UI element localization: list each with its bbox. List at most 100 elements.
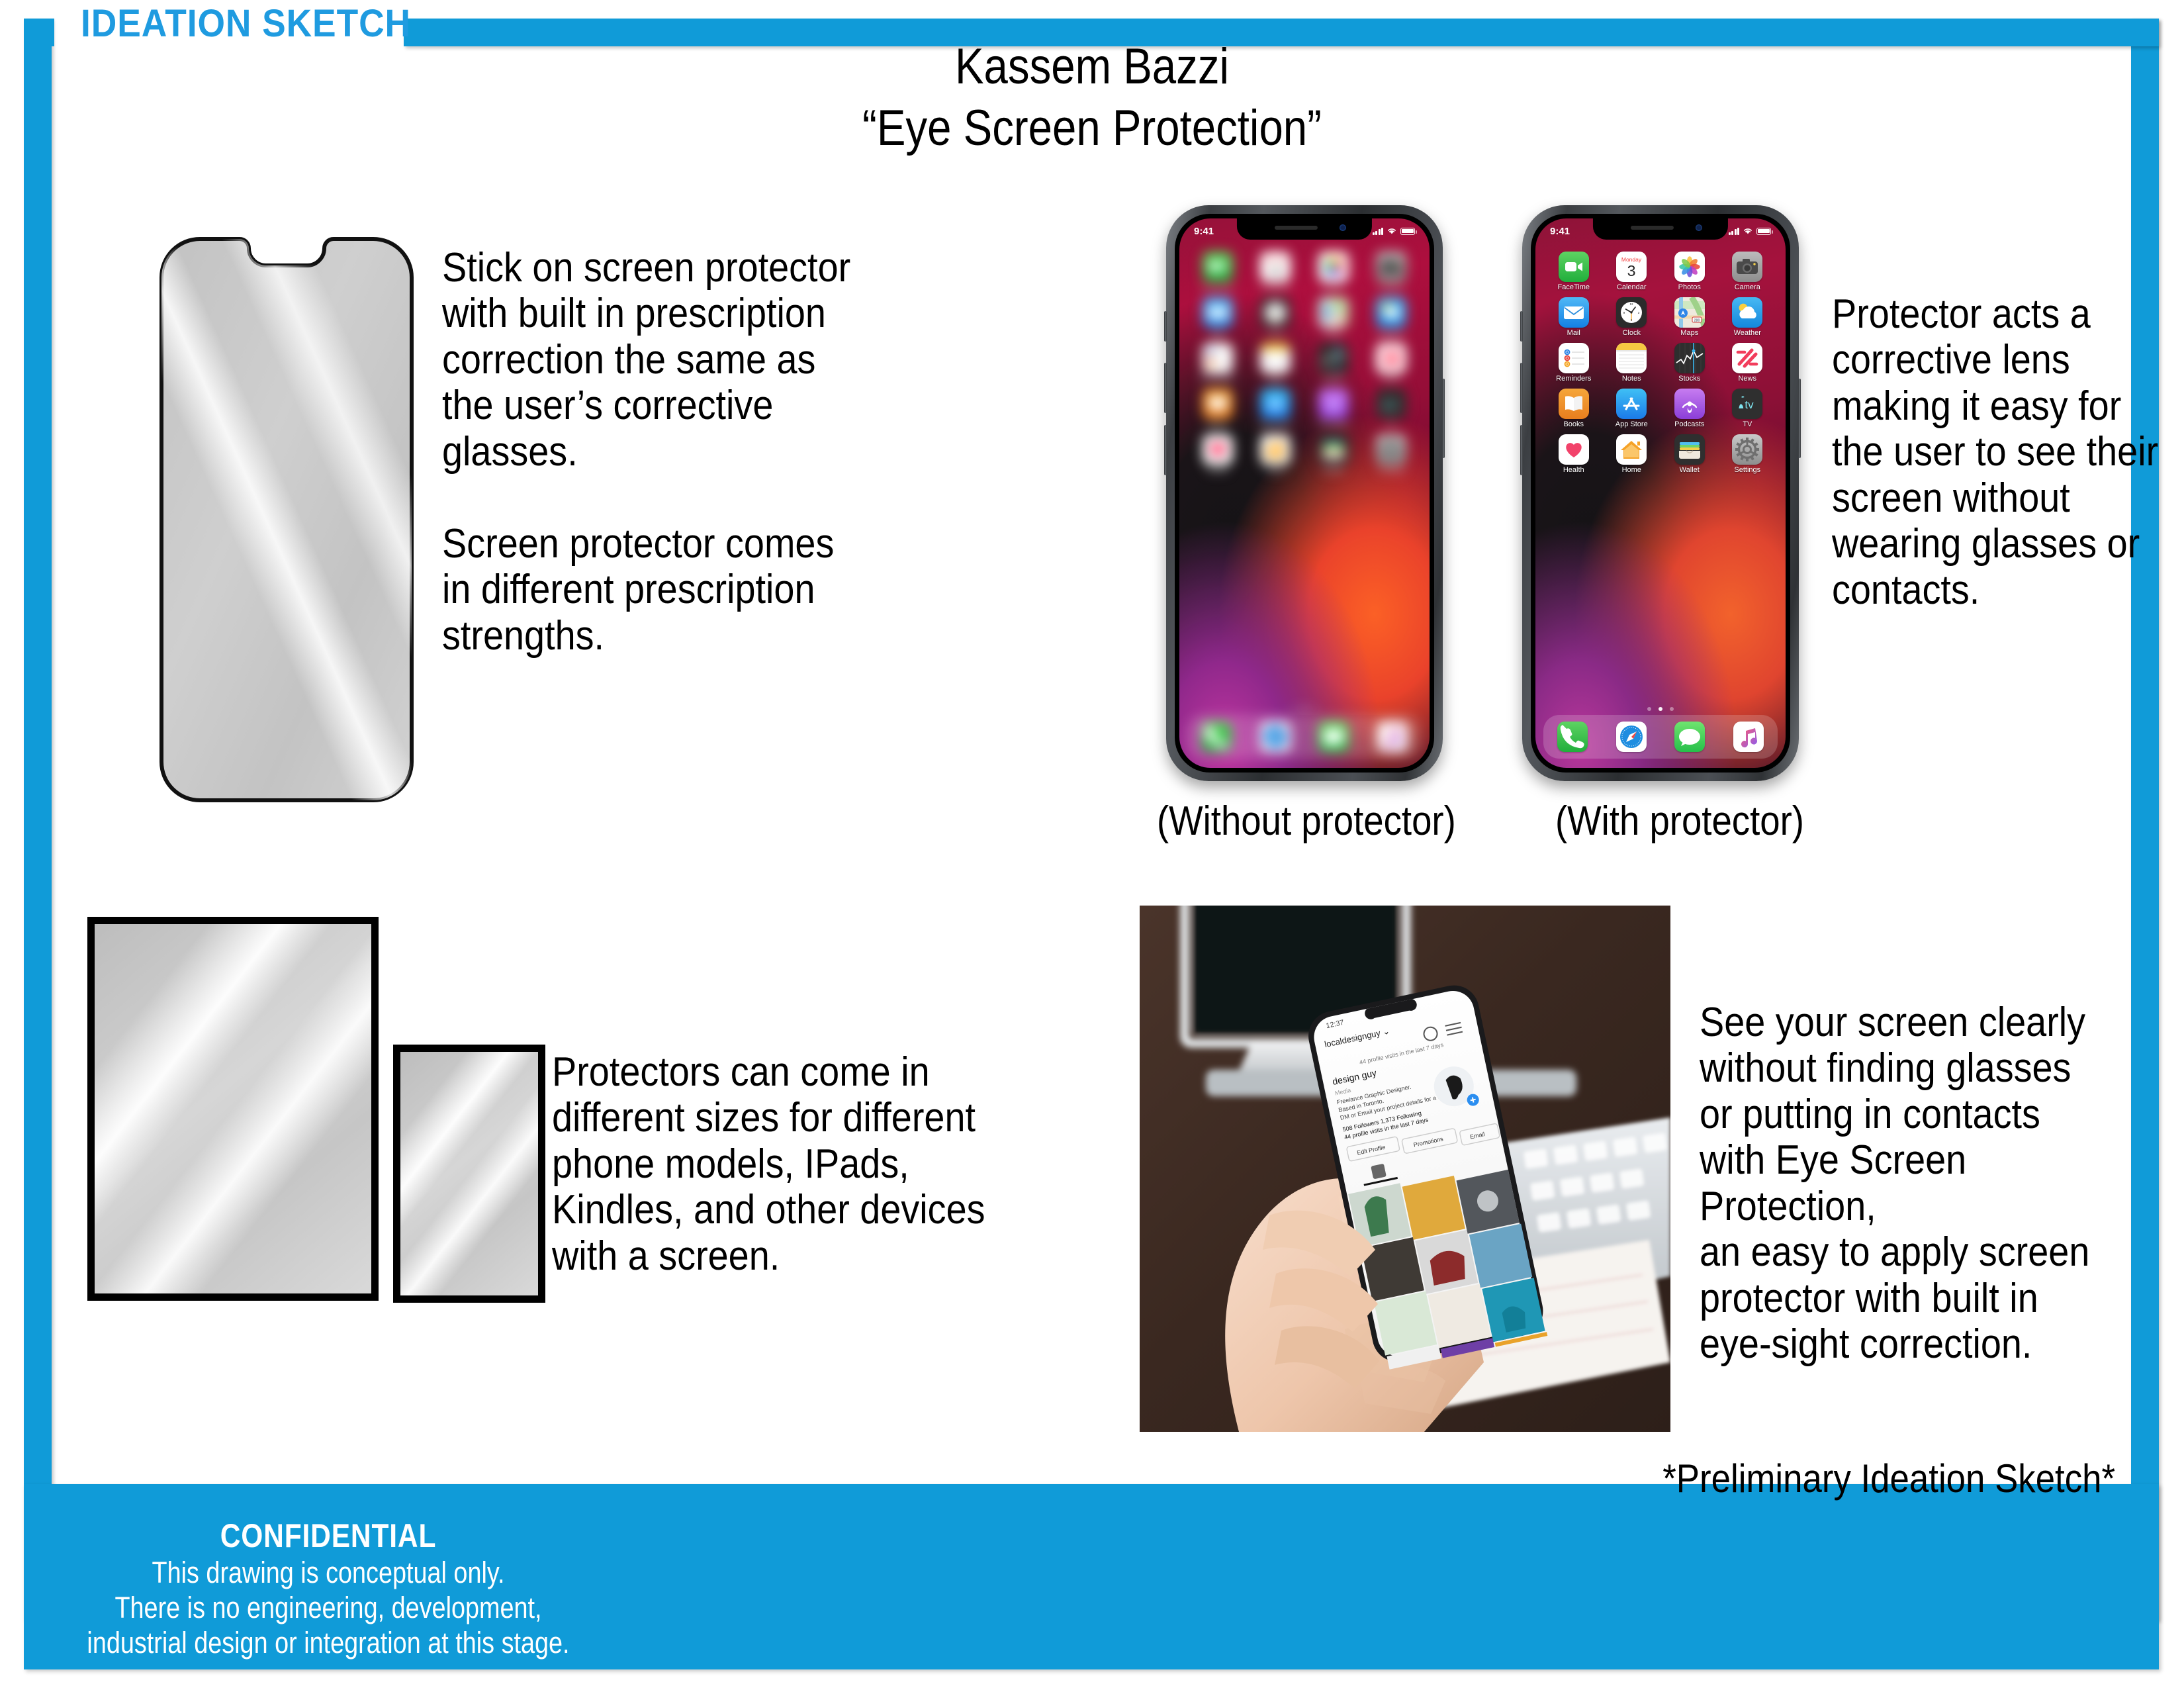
calendar-icon[interactable]: Monday 3 — [1616, 252, 1647, 282]
photos-icon[interactable] — [1318, 252, 1349, 282]
messages-icon[interactable] — [1318, 722, 1349, 752]
notes-icon[interactable] — [1260, 343, 1291, 373]
dock-icon-music[interactable] — [1733, 722, 1764, 752]
app-icon-reminders[interactable]: Reminders — [1189, 343, 1247, 383]
app-icon-app-store[interactable]: App Store — [1603, 389, 1661, 428]
reminders-icon[interactable] — [1558, 343, 1589, 373]
podcasts-icon[interactable] — [1318, 389, 1349, 419]
wallet-icon[interactable] — [1674, 434, 1705, 465]
facetime-icon[interactable] — [1558, 252, 1589, 282]
app-icon-maps[interactable]: 280 Maps — [1661, 297, 1719, 337]
settings-icon[interactable] — [1732, 434, 1763, 465]
app-label: Calendar — [1260, 283, 1291, 291]
app-icon-maps[interactable]: 280 Maps — [1304, 297, 1363, 337]
music-icon[interactable] — [1377, 722, 1408, 752]
app-icon-mail[interactable]: Mail — [1189, 297, 1247, 337]
messages-icon[interactable] — [1674, 722, 1706, 752]
mail-icon[interactable] — [1202, 297, 1233, 328]
app-icon-mail[interactable]: Mail — [1545, 297, 1603, 337]
app-icon-stocks[interactable]: Stocks — [1661, 343, 1719, 383]
app-icon-wallet[interactable]: Wallet — [1661, 434, 1719, 474]
weather-icon[interactable] — [1376, 297, 1407, 328]
facetime-icon[interactable] — [1202, 252, 1233, 282]
camera-icon[interactable] — [1376, 252, 1407, 282]
music-icon[interactable] — [1733, 722, 1764, 752]
app-icon-notes[interactable]: Notes — [1603, 343, 1661, 383]
dock-icon-phone[interactable] — [1557, 722, 1588, 752]
clock-icon[interactable]: 12 3 6 9 — [1260, 297, 1291, 328]
mail-icon[interactable] — [1558, 297, 1589, 328]
weather-icon[interactable] — [1732, 297, 1763, 328]
app-icon-wallet[interactable]: Wallet — [1304, 434, 1363, 474]
app-icon-facetime[interactable]: FaceTime — [1545, 252, 1603, 291]
app-icon-health[interactable]: Health — [1189, 434, 1247, 474]
app-icon-camera[interactable]: Camera — [1719, 252, 1777, 291]
camera-icon[interactable] — [1732, 252, 1763, 282]
app-icon-books[interactable]: Books — [1545, 389, 1603, 428]
app-icon-facetime[interactable]: FaceTime — [1189, 252, 1247, 291]
news-icon[interactable] — [1732, 343, 1763, 373]
dock-icon-safari[interactable] — [1259, 722, 1291, 752]
app-icon-news[interactable]: News — [1719, 343, 1777, 383]
app-store-icon[interactable] — [1616, 389, 1647, 419]
app-icon-calendar[interactable]: Monday 3 Calendar — [1247, 252, 1305, 291]
app-icon-weather[interactable]: Weather — [1719, 297, 1777, 337]
app-icon-photos[interactable]: Photos — [1661, 252, 1719, 291]
tv-icon[interactable]: tv — [1732, 389, 1763, 419]
calendar-icon[interactable]: Monday 3 — [1260, 252, 1291, 282]
phone-icon[interactable] — [1201, 722, 1232, 752]
health-icon[interactable] — [1202, 434, 1233, 465]
dock-icon-messages[interactable] — [1674, 722, 1706, 752]
tv-icon[interactable]: tv — [1376, 389, 1407, 419]
app-icon-camera[interactable]: Camera — [1363, 252, 1421, 291]
dock-icon-music[interactable] — [1377, 722, 1408, 752]
app-icon-settings[interactable]: Settings — [1719, 434, 1777, 474]
dock-icon-phone[interactable] — [1201, 722, 1232, 752]
app-icon-home[interactable]: Home — [1603, 434, 1661, 474]
app-icon-home[interactable]: Home — [1247, 434, 1305, 474]
app-icon-notes[interactable]: Notes — [1247, 343, 1305, 383]
app-store-icon[interactable] — [1260, 389, 1291, 419]
maps-icon[interactable]: 280 — [1318, 297, 1349, 328]
app-icon-photos[interactable]: Photos — [1304, 252, 1363, 291]
settings-icon[interactable] — [1376, 434, 1407, 465]
stocks-icon[interactable] — [1318, 343, 1349, 373]
app-icon-app-store[interactable]: App Store — [1247, 389, 1305, 428]
clock-icon[interactable]: 12 3 6 9 — [1616, 297, 1647, 328]
app-icon-tv[interactable]: tv TV — [1363, 389, 1421, 428]
notes-icon[interactable] — [1616, 343, 1647, 373]
app-icon-health[interactable]: Health — [1545, 434, 1603, 474]
app-icon-clock[interactable]: 12 3 6 9 Clock — [1247, 297, 1305, 337]
safari-icon[interactable] — [1615, 722, 1647, 752]
app-icon-settings[interactable]: Settings — [1363, 434, 1421, 474]
app-icon-clock[interactable]: 12 3 6 9 Clock — [1603, 297, 1661, 337]
app-icon-reminders[interactable]: Reminders — [1545, 343, 1603, 383]
app-icon-stocks[interactable]: Stocks — [1304, 343, 1363, 383]
app-icon-books[interactable]: Books — [1189, 389, 1247, 428]
photos-icon[interactable] — [1674, 252, 1705, 282]
wifi-icon — [1744, 228, 1752, 234]
home-icon[interactable] — [1260, 434, 1291, 465]
reminders-icon[interactable] — [1202, 343, 1233, 373]
app-icon-podcasts[interactable]: Podcasts — [1304, 389, 1363, 428]
app-icon-news[interactable]: News — [1363, 343, 1421, 383]
safari-icon[interactable] — [1259, 722, 1291, 752]
wallet-icon[interactable] — [1318, 434, 1349, 465]
phone-without-protector: 9:41 FaceTime Monday 3 Calendar Photos Camera… — [1164, 205, 1445, 781]
app-icon-weather[interactable]: Weather — [1363, 297, 1421, 337]
maps-icon[interactable]: 280 — [1674, 297, 1705, 328]
app-icon-tv[interactable]: tv TV — [1719, 389, 1777, 428]
app-icon-calendar[interactable]: Monday 3 Calendar — [1603, 252, 1661, 291]
phone-icon[interactable] — [1557, 722, 1588, 752]
dock-icon-messages[interactable] — [1318, 722, 1349, 752]
phone-screen-sharp: 9:41 FaceTime Monday 3 Calendar Photos Camera… — [1535, 218, 1786, 768]
health-icon[interactable] — [1558, 434, 1589, 465]
news-icon[interactable] — [1376, 343, 1407, 373]
app-icon-podcasts[interactable]: Podcasts — [1661, 389, 1719, 428]
podcasts-icon[interactable] — [1674, 389, 1705, 419]
stocks-icon[interactable] — [1674, 343, 1705, 373]
dock-icon-safari[interactable] — [1615, 722, 1647, 752]
books-icon[interactable] — [1202, 389, 1233, 419]
home-icon[interactable] — [1616, 434, 1647, 465]
books-icon[interactable] — [1558, 389, 1589, 419]
